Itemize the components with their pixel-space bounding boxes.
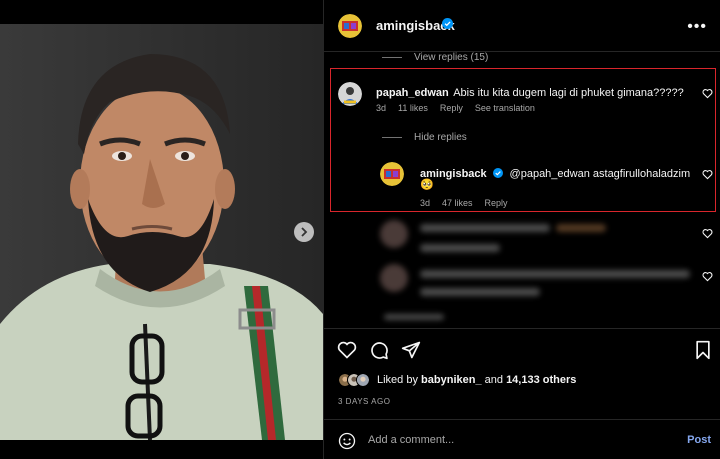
blurred-text xyxy=(420,224,550,232)
share-icon[interactable] xyxy=(401,340,421,360)
media-pane xyxy=(0,0,323,459)
add-comment-bar: Post xyxy=(324,419,720,459)
more-icon[interactable]: ••• xyxy=(687,18,707,36)
blurred-text xyxy=(384,314,444,320)
comments-list: View replies (15) papah_edwan Abis itu k… xyxy=(324,52,720,328)
post-panel: amingisback ••• View replies (15) papah_… xyxy=(323,0,720,459)
divider xyxy=(382,137,402,138)
next-media-button[interactable] xyxy=(294,222,314,242)
post-photo xyxy=(0,24,323,440)
blurred-avatar xyxy=(380,220,408,248)
reply-age: 3d xyxy=(420,198,431,208)
likes-text: Liked by babyniken_ and 14,133 others xyxy=(377,374,576,386)
post-header: amingisback ••• xyxy=(324,0,720,52)
chevron-right-icon xyxy=(301,227,308,237)
action-bar: Liked by babyniken_ and 14,133 others 3 … xyxy=(324,328,720,416)
like-comment-heart-icon[interactable] xyxy=(702,88,713,99)
view-replies-button[interactable]: View replies (15) xyxy=(382,52,488,63)
first-liker-username[interactable]: babyniken_ xyxy=(421,374,482,386)
comment-meta: 3d 11 likes Reply See translation xyxy=(376,103,535,113)
reply-likes[interactable]: 47 likes xyxy=(442,198,473,208)
comment-icon[interactable] xyxy=(369,340,389,360)
blurred-avatar xyxy=(380,264,408,292)
verified-icon xyxy=(442,18,453,29)
bookmark-icon[interactable] xyxy=(694,340,712,360)
author-avatar[interactable] xyxy=(338,14,362,38)
reply-emoji: 🥺 xyxy=(420,179,434,191)
blurred-text xyxy=(420,270,690,278)
author-avatar-image xyxy=(338,14,362,38)
like-comment-heart-icon[interactable] xyxy=(702,271,713,282)
likes-connector: and xyxy=(484,374,503,386)
blurred-text xyxy=(420,244,500,252)
post-button[interactable]: Post xyxy=(687,434,711,446)
liker-avatar[interactable] xyxy=(356,373,370,387)
post-photo-illustration xyxy=(0,24,323,440)
blurred-text xyxy=(556,224,606,232)
divider xyxy=(382,57,402,58)
hide-replies-button[interactable]: Hide replies xyxy=(382,132,467,143)
comment-age: 3d xyxy=(376,103,387,113)
reply-author-avatar[interactable] xyxy=(380,162,404,186)
see-translation-button[interactable]: See translation xyxy=(475,103,535,113)
commenter-avatar-image xyxy=(338,82,362,106)
post-date[interactable]: 3 DAYS AGO xyxy=(338,397,390,406)
likes-summary: Liked by babyniken_ and 14,133 others xyxy=(338,373,576,387)
emoji-icon[interactable] xyxy=(338,432,356,450)
reply-text: @papah_edwan astagfirullohaladzim xyxy=(509,168,691,180)
reply-reply-button[interactable]: Reply xyxy=(485,198,508,208)
comment-input[interactable] xyxy=(368,430,668,450)
hide-replies-label: Hide replies xyxy=(414,132,467,143)
commenter-avatar[interactable] xyxy=(338,82,362,106)
view-replies-label: View replies (15) xyxy=(414,52,489,63)
like-reply-heart-icon[interactable] xyxy=(702,169,713,180)
blurred-text xyxy=(420,288,540,296)
verified-icon xyxy=(493,168,504,178)
like-comment-heart-icon[interactable] xyxy=(702,228,713,239)
reply-button[interactable]: Reply xyxy=(440,103,463,113)
reply-meta: 3d 47 likes Reply xyxy=(420,198,508,208)
comment-text: Abis itu kita dugem lagi di phuket giman… xyxy=(453,87,684,99)
reply-author-avatar-image xyxy=(380,162,404,186)
likes-prefix: Liked by xyxy=(377,374,418,386)
commenter-username[interactable]: papah_edwan xyxy=(376,87,449,99)
heart-icon[interactable] xyxy=(337,340,357,360)
others-count[interactable]: 14,133 others xyxy=(506,374,576,386)
comment-likes[interactable]: 11 likes xyxy=(398,103,428,113)
